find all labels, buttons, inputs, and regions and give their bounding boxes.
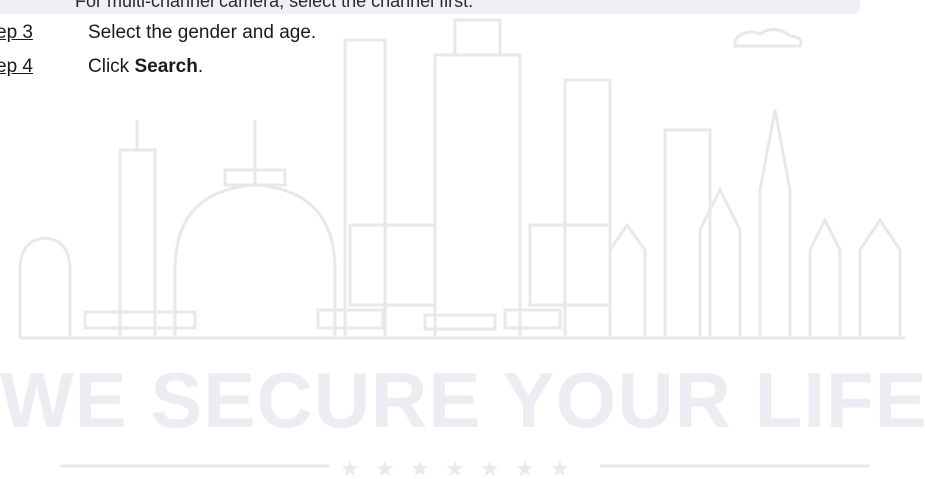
svg-text:★: ★ [515,457,535,479]
step-4-prefix: Click [88,56,135,77]
svg-text:★: ★ [480,457,500,479]
search-term: Search [134,56,198,77]
step-4-text: Click Search. [88,56,203,78]
step-4-label: ep 4 [0,56,33,77]
svg-text:★: ★ [410,457,430,479]
svg-text:★: ★ [340,457,360,479]
svg-text:★: ★ [445,457,465,479]
step-3-label: ep 3 [0,22,33,43]
step-4-suffix: . [197,56,204,77]
step-3-text: Select the gender and age. [88,22,317,43]
svg-text:★: ★ [550,457,570,479]
svg-text:★: ★ [375,457,395,479]
watermark-slogan: WE SECURE YOUR LIFE [0,356,925,444]
